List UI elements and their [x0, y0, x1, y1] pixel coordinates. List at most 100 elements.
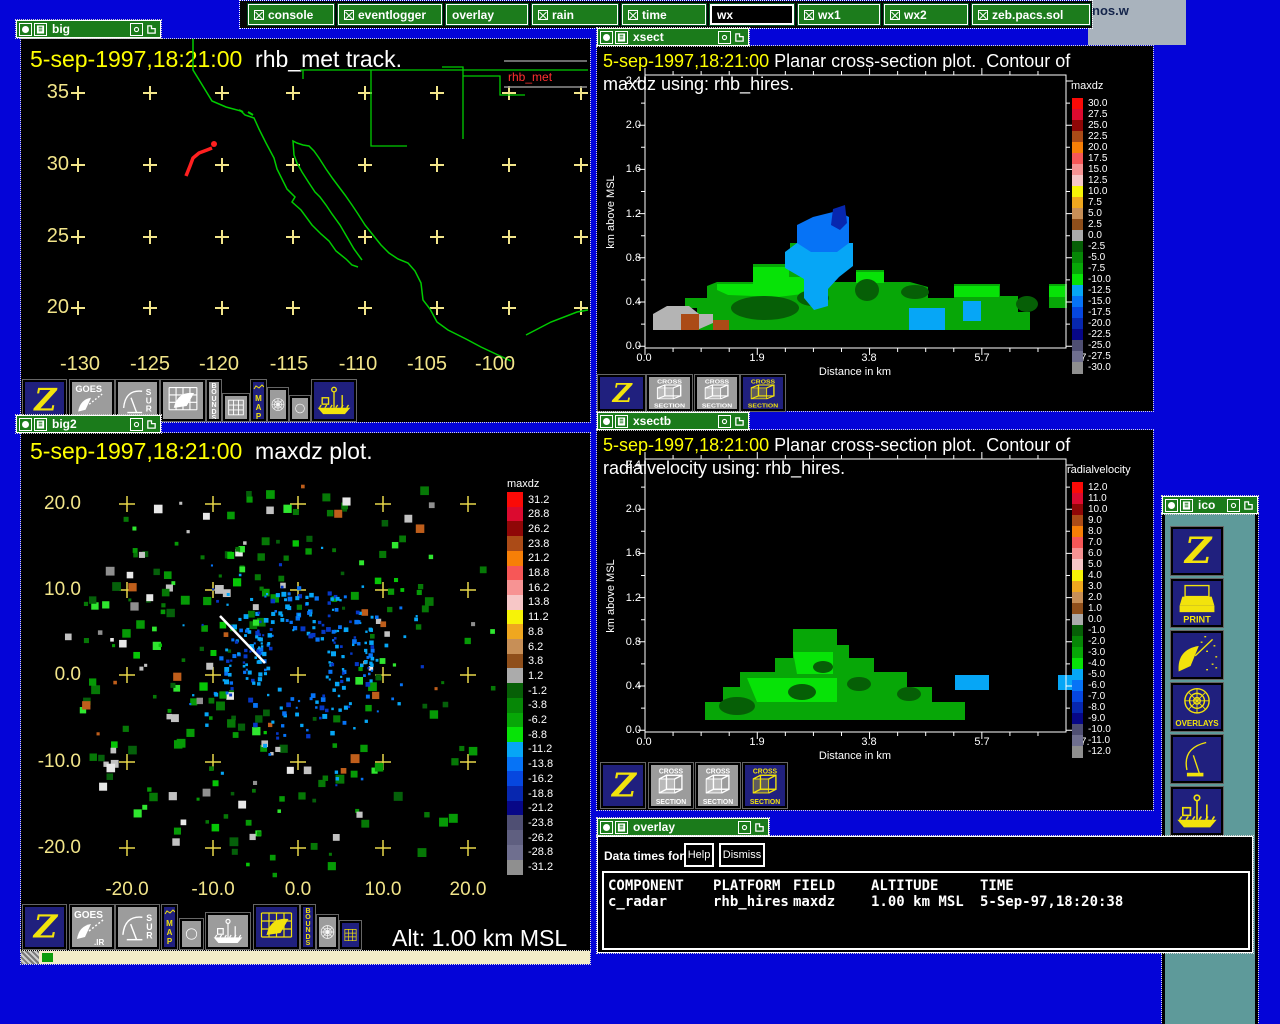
y-tick-label: -10.0	[37, 751, 81, 772]
x-tick-label: 0.0	[636, 736, 652, 748]
colorbar-label: 15.0	[1088, 163, 1108, 175]
overlays-button[interactable]: OVERLAYS	[1171, 683, 1223, 731]
dismiss-button[interactable]: Dismiss	[719, 843, 765, 867]
window-doc-icon[interactable]	[1180, 498, 1193, 512]
colorbar-label: 7.0	[1088, 536, 1102, 548]
colorbar-label: 8.0	[1088, 525, 1102, 537]
colorbar-cell	[1072, 142, 1083, 154]
window-doc-icon[interactable]	[615, 820, 628, 834]
window-doc-icon[interactable]	[615, 30, 628, 44]
colorbar-label: 2.5	[1088, 218, 1102, 230]
colorbar-cell	[1072, 208, 1083, 220]
window-menu-icon[interactable]	[19, 417, 32, 431]
window-xsectb: 5-sep-1997,18:21:00 Planar cross-section…	[596, 429, 1154, 811]
titlebar-ico[interactable]: ico	[1161, 495, 1259, 515]
colorbar-cell	[1072, 340, 1083, 352]
colorbar-cell	[1072, 493, 1083, 505]
colorbar-label: 28.8	[528, 508, 550, 521]
colorbar-cell	[507, 844, 523, 860]
menubar-item-rain[interactable]: rain	[531, 3, 619, 26]
horizontal-scrollbar[interactable]	[20, 950, 591, 965]
window-menu-icon[interactable]	[600, 414, 613, 428]
colorbar-label: -11.0	[1088, 734, 1111, 746]
menubar-item-overlay[interactable]: overlay	[445, 3, 529, 26]
x-tick-label: -100	[474, 353, 516, 375]
y-tick-label: 2.4	[625, 459, 641, 471]
colorbar-cell	[507, 506, 523, 522]
zeb-logo-button[interactable]: Z	[1171, 527, 1223, 575]
window-iconify-icon[interactable]	[1242, 499, 1255, 512]
y-tick-label: 0.8	[625, 635, 641, 648]
window-doc-icon[interactable]	[615, 414, 628, 428]
colorbar-cell	[1072, 482, 1083, 494]
window-iconify-icon[interactable]	[733, 31, 746, 44]
radar-dish-button[interactable]	[1171, 735, 1223, 783]
colorbar-label: -7.5	[1088, 262, 1106, 274]
menubar-item-wx1[interactable]: wx1	[797, 3, 881, 26]
menubar-item-wx[interactable]: wx	[709, 3, 795, 26]
colorbar-cell	[507, 683, 523, 699]
colorbar-label: 18.8	[528, 567, 550, 579]
colorbar-cell	[1072, 197, 1083, 209]
x-tick-label: -10.0	[191, 879, 235, 900]
colorbar-label: 10.0	[1088, 185, 1108, 197]
colorbar-label: -17.5	[1088, 306, 1111, 318]
window-menu-icon[interactable]	[1165, 498, 1178, 512]
table-cell: c_radar	[608, 894, 668, 910]
colorbar-cell	[1072, 537, 1083, 549]
window-menu-icon[interactable]	[19, 22, 32, 36]
scrollbar-anchor[interactable]	[21, 951, 39, 964]
titlebar-big2[interactable]: big2	[15, 414, 162, 434]
satellite-button[interactable]	[1171, 631, 1223, 679]
table-header-field: FIELD	[793, 878, 836, 894]
x-tick-label: -115	[269, 353, 309, 375]
colorbar-label: 0.0	[1088, 229, 1102, 241]
svg-text:PRINT: PRINT	[1183, 614, 1211, 624]
window-menu-icon[interactable]	[600, 30, 613, 44]
colorbar-cell	[1072, 285, 1083, 297]
window-zoom-icon[interactable]	[130, 417, 143, 431]
window-doc-icon[interactable]	[34, 22, 47, 36]
ship-button[interactable]	[1171, 787, 1223, 835]
help-button[interactable]: Help	[684, 843, 714, 867]
scrollbar-thumb[interactable]	[42, 953, 53, 962]
menubar-item-console[interactable]: console	[247, 3, 335, 26]
colorbar-label: -3.0	[1088, 646, 1106, 658]
window-zoom-icon[interactable]	[738, 820, 751, 834]
window-zoom-icon[interactable]	[130, 22, 143, 36]
menubar-item-label: rain	[552, 7, 575, 22]
titlebar-big[interactable]: big	[15, 19, 162, 39]
colorbar-label: -10.0	[1088, 723, 1111, 735]
print-button[interactable]: PRINT	[1171, 579, 1223, 627]
window-menu-icon[interactable]	[600, 820, 613, 834]
titlebar-xsectb[interactable]: xsectb	[596, 411, 750, 431]
titlebar-overlay[interactable]: overlay	[596, 817, 770, 837]
x-tick-label: -20.0	[105, 879, 149, 900]
titlebar-xsect[interactable]: xsect	[596, 27, 750, 47]
window-zoom-icon[interactable]	[718, 30, 731, 44]
colorbar-cell	[1072, 647, 1083, 659]
menubar-item-time[interactable]: time	[621, 3, 707, 26]
window-iconify-icon[interactable]	[733, 415, 746, 428]
window-iconify-icon[interactable]	[753, 821, 766, 834]
window-zoom-icon[interactable]	[1227, 498, 1240, 512]
colorbar-cell	[1072, 120, 1083, 132]
y-tick-label: 1.6	[625, 163, 641, 176]
colorbar-label: 25.0	[1088, 119, 1108, 131]
window-zoom-icon[interactable]	[718, 414, 731, 428]
window-iconify-icon[interactable]	[145, 418, 158, 431]
menubar-item-eventlogger[interactable]: eventlogger	[337, 3, 443, 26]
menubar-item-wx2[interactable]: wx2	[883, 3, 969, 26]
y-tick-label: 1.6	[625, 547, 641, 560]
colorbar-cell	[1072, 307, 1083, 319]
colorbar-label: -12.5	[1088, 284, 1111, 296]
x-tick-label: -110	[338, 353, 378, 375]
window-iconify-icon[interactable]	[145, 23, 158, 36]
background-window-nos[interactable]: nos.w	[1088, 0, 1186, 45]
colorbar-cell	[507, 565, 523, 581]
menubar-item-zeb.pacs.sol[interactable]: zeb.pacs.sol	[971, 3, 1091, 26]
window-title-label: xsect	[633, 30, 664, 44]
colorbar-label: 27.5	[1088, 108, 1108, 120]
x-tick-label: 5.7	[974, 352, 990, 364]
window-doc-icon[interactable]	[34, 417, 47, 431]
